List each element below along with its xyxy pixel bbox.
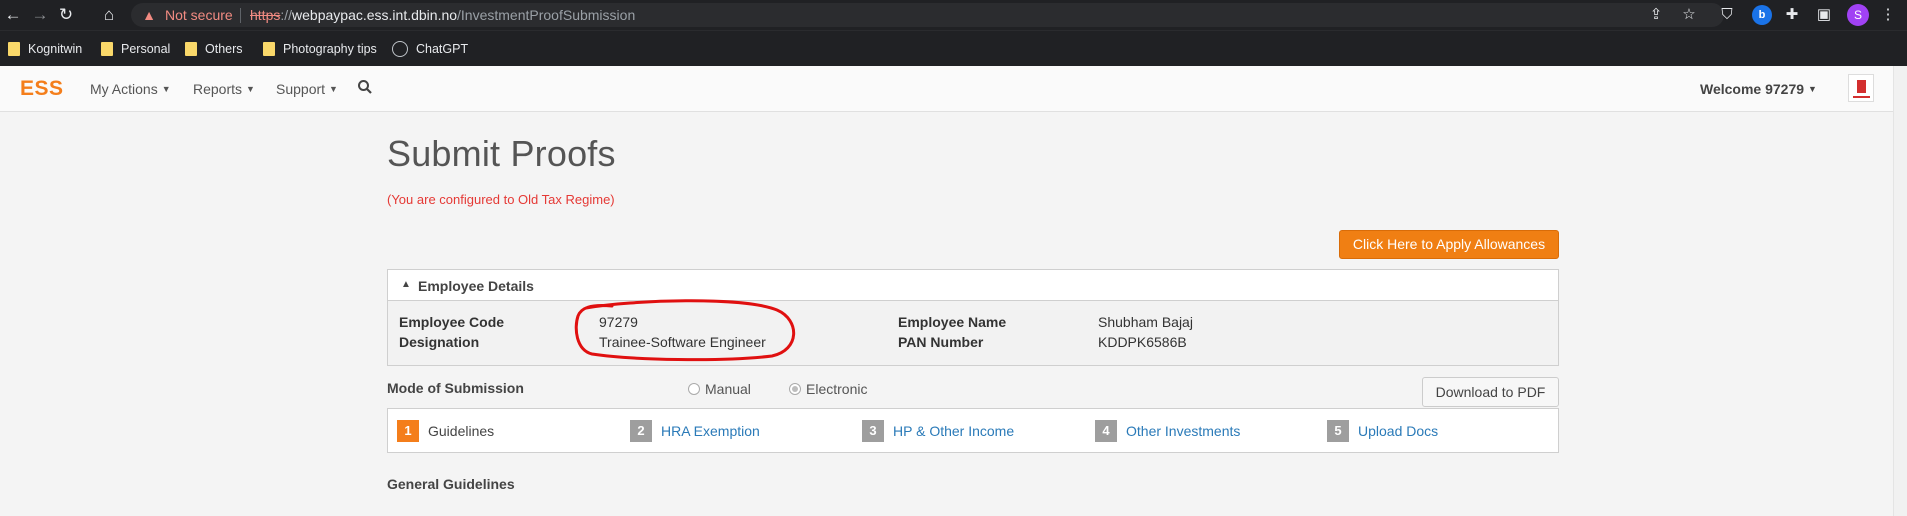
employee-name-label: Employee Name (898, 314, 1007, 330)
employee-code-value: 97279 (599, 314, 638, 330)
step-number: 1 (397, 420, 419, 442)
welcome-label: Welcome 97279 (1700, 81, 1805, 97)
caret-down-icon: ▼ (161, 84, 171, 94)
caret-down-icon: ▼ (246, 84, 255, 94)
step-label: Other Investments (1126, 423, 1241, 439)
menu-support[interactable]: Support ▼ (276, 81, 338, 97)
mode-of-submission-label: Mode of Submission (387, 380, 524, 396)
side-panel-icon[interactable]: ▣ (1814, 5, 1834, 25)
welcome-user-menu[interactable]: Welcome 97279 ▼ (1700, 81, 1817, 97)
caret-down-icon: ▼ (1808, 84, 1817, 94)
url-path: /InvestmentProofSubmission (457, 7, 636, 23)
search-icon[interactable] (357, 79, 373, 95)
bookmark-personal[interactable]: Personal (101, 40, 170, 58)
radio-label: Electronic (806, 381, 868, 397)
shield-extension-icon[interactable]: ⛉ (1717, 5, 1737, 25)
bookmark-photography-tips[interactable]: Photography tips (263, 40, 377, 58)
step-label: Upload Docs (1358, 423, 1439, 439)
folder-icon (263, 42, 275, 56)
apply-allowances-button[interactable]: Click Here to Apply Allowances (1339, 230, 1559, 259)
step-hp-other-income[interactable]: 3 HP & Other Income (862, 420, 1014, 442)
radio-manual[interactable]: Manual (688, 381, 751, 397)
page-title: Submit Proofs (387, 133, 616, 174)
bookmarks-bar: Kognitwin Personal Others Photography ti… (0, 30, 1907, 66)
panel-header[interactable]: ▲ Employee Details (388, 270, 1558, 301)
bookmark-label: Personal (121, 42, 171, 56)
step-label: HRA Exemption (661, 423, 760, 439)
wizard-steps: 1 Guidelines 2 HRA Exemption 3 HP & Other I… (387, 408, 1559, 453)
company-logo (1848, 74, 1874, 102)
security-status[interactable]: Not secure (165, 7, 233, 23)
chevron-up-icon[interactable]: ▲ (401, 279, 411, 290)
bookmark-label: Others (205, 42, 243, 56)
pan-number-value: KDDPK6586B (1098, 334, 1187, 350)
menu-my-actions[interactable]: My Actions ▼ (90, 81, 171, 97)
url-host: webpaypac.ess.int.dbin.no (292, 7, 458, 23)
omnibox-divider (240, 8, 241, 23)
tax-regime-note: (You are configured to Old Tax Regime) (387, 192, 615, 207)
bookmark-chatgpt[interactable]: ChatGPT (392, 40, 468, 58)
profile-avatar[interactable]: S (1847, 4, 1869, 26)
menu-label: Support (276, 81, 326, 97)
folder-icon (101, 42, 113, 56)
back-icon[interactable]: ← (2, 4, 24, 26)
home-icon[interactable]: ⌂ (98, 4, 120, 26)
bookmark-others[interactable]: Others (185, 40, 243, 58)
bookmark-label: Kognitwin (28, 42, 83, 56)
step-hra-exemption[interactable]: 2 HRA Exemption (630, 420, 760, 442)
browser-toolbar: ← → ↻ ⌂ ▲ Not secure https://webpaypac.e… (0, 0, 1907, 30)
employee-details-panel: ▲ Employee Details Employee Code 97279 D… (387, 269, 1559, 366)
forward-icon[interactable]: → (29, 4, 51, 26)
step-number: 2 (630, 420, 652, 442)
radio-electronic[interactable]: Electronic (789, 381, 867, 397)
radio-label: Manual (705, 381, 751, 397)
step-number: 4 (1095, 420, 1117, 442)
url-text[interactable]: https://webpaypac.ess.int.dbin.no/Invest… (250, 7, 635, 23)
reload-icon[interactable]: ↻ (55, 4, 77, 26)
caret-down-icon: ▼ (329, 84, 338, 94)
download-pdf-button[interactable]: Download to PDF (1422, 377, 1559, 407)
chatgpt-icon (392, 41, 408, 57)
url-protocol: https (250, 7, 281, 23)
radio-circle-icon[interactable] (789, 383, 801, 395)
bookmark-kognitwin[interactable]: Kognitwin (8, 40, 82, 58)
general-guidelines-heading: General Guidelines (387, 476, 515, 492)
share-icon[interactable]: ⇪ (1646, 5, 1666, 25)
folder-icon (8, 42, 20, 56)
puzzle-extensions-icon[interactable]: ✚ (1782, 5, 1802, 25)
step-guidelines[interactable]: 1 Guidelines (397, 420, 494, 442)
ess-logo[interactable]: ESS (20, 77, 64, 101)
menu-label: My Actions (90, 81, 158, 97)
app-navbar: ESS My Actions ▼ Reports ▼ Support ▼ Welcom… (0, 66, 1907, 112)
panel-title: Employee Details (418, 278, 534, 294)
step-label: HP & Other Income (893, 423, 1015, 439)
step-number: 5 (1327, 420, 1349, 442)
radio-circle-icon[interactable] (688, 383, 700, 395)
extension-icon[interactable]: b (1752, 5, 1772, 25)
menu-label: Reports (193, 81, 243, 97)
designation-value: Trainee-Software Engineer (599, 334, 766, 350)
step-label: Guidelines (428, 423, 495, 439)
menu-reports[interactable]: Reports ▼ (193, 81, 255, 97)
step-number: 3 (862, 420, 884, 442)
step-upload-docs[interactable]: 5 Upload Docs (1327, 420, 1438, 442)
designation-label: Designation (399, 334, 480, 350)
bookmark-label: ChatGPT (416, 42, 469, 56)
bookmark-star-icon[interactable]: ☆ (1679, 5, 1699, 25)
step-other-investments[interactable]: 4 Other Investments (1095, 420, 1240, 442)
url-separator: :// (280, 7, 293, 23)
page-scrollbar[interactable] (1893, 66, 1907, 516)
menu-kebab-icon[interactable]: ⋮ (1878, 5, 1898, 25)
folder-icon (185, 42, 197, 56)
warning-icon[interactable]: ▲ (140, 6, 158, 24)
employee-code-label: Employee Code (399, 314, 505, 330)
pan-number-label: PAN Number (898, 334, 984, 350)
employee-name-value: Shubham Bajaj (1098, 314, 1193, 330)
bookmark-label: Photography tips (283, 42, 377, 56)
